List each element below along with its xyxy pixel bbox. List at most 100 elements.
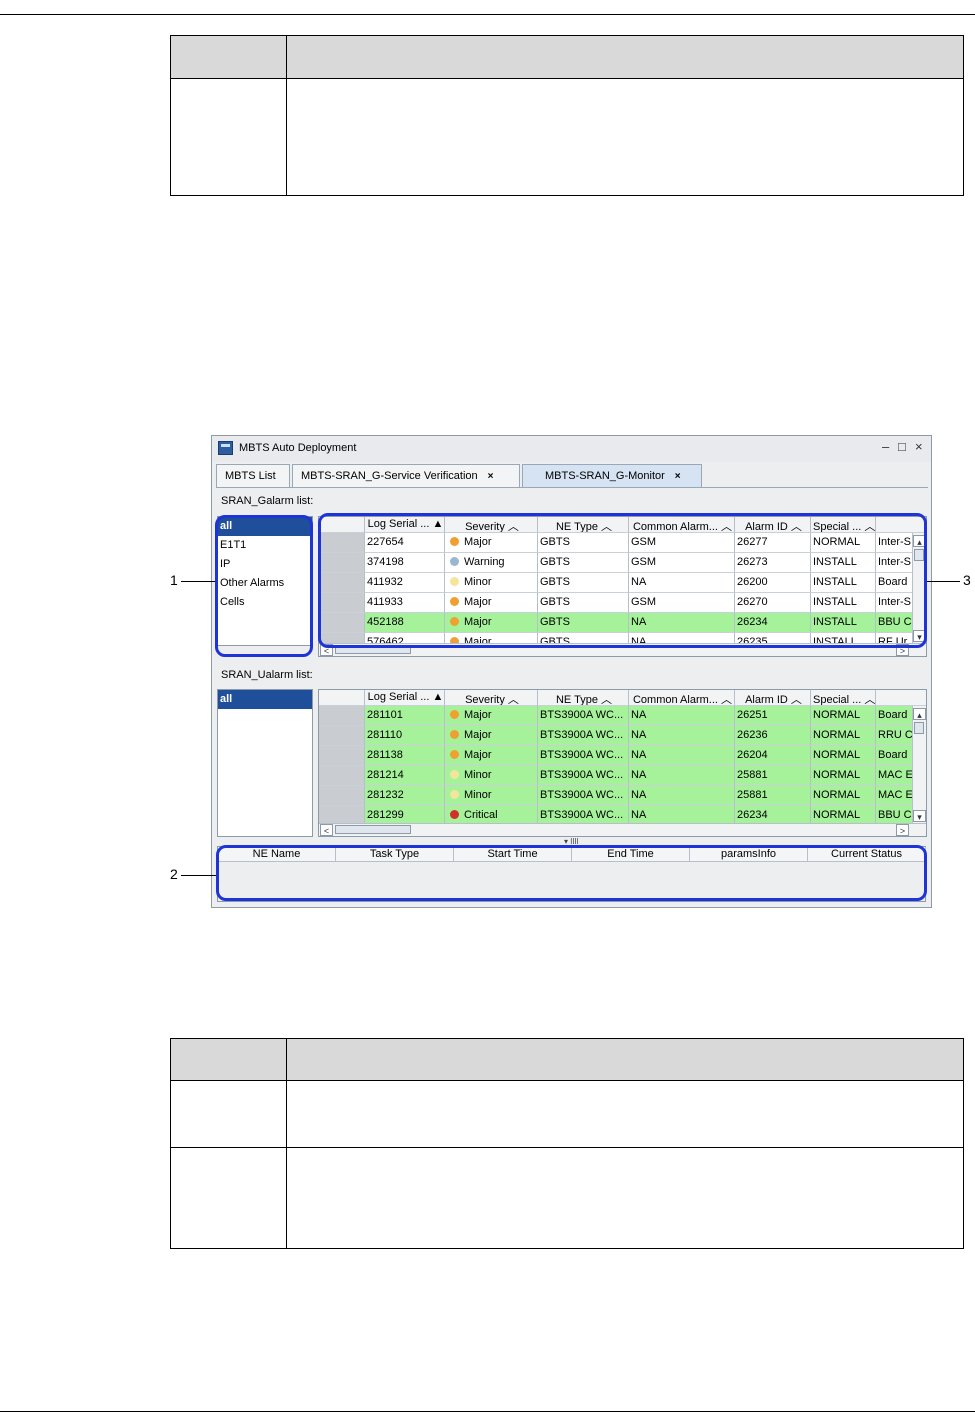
scroll-down-icon[interactable]: ▾ (913, 810, 926, 822)
table-cell (286, 78, 964, 196)
table-cell: BTS3900A WC... (538, 746, 629, 766)
callout-leader-2 (181, 875, 216, 876)
table-cell: 281214 (365, 766, 445, 786)
table-cell: NA (629, 746, 735, 766)
table-cell: 26251 (735, 706, 811, 726)
app-icon (218, 441, 233, 455)
table-cell: BTS3900A WC... (538, 786, 629, 806)
callout-box-3 (318, 513, 927, 648)
maximize-button[interactable]: □ (898, 439, 906, 454)
severity-label: Critical (464, 809, 498, 821)
callout-leader-3 (927, 581, 960, 582)
severity-label: Minor (464, 769, 492, 781)
column-header[interactable]: Common Alarm... ︿ (629, 690, 735, 706)
column-header[interactable] (319, 690, 365, 706)
table-cell: NORMAL (811, 726, 876, 746)
table-cell: BTS3900A WC... (538, 706, 629, 726)
table-row[interactable]: 281110 Major BTS3900A WC... NA 26236 NORMAL RR… (319, 726, 926, 746)
severity-label: Major (464, 729, 492, 741)
row-header (319, 746, 365, 766)
table-cell: Minor (445, 786, 538, 806)
row-header (319, 786, 365, 806)
table-cell: 281138 (365, 746, 445, 766)
table-cell: BTS3900A WC... (538, 766, 629, 786)
close-tab-icon[interactable]: × (675, 471, 681, 482)
table-cell: 25881 (735, 766, 811, 786)
table-cell: NA (629, 786, 735, 806)
table-row[interactable]: 281214 Minor BTS3900A WC... NA 25881 NORMAL MA… (319, 766, 926, 786)
table-cell (286, 1147, 964, 1249)
column-header[interactable]: Log Serial ... ▲ (365, 690, 445, 706)
table-row (170, 1147, 964, 1249)
table-header-cell (286, 35, 964, 79)
tab-mbts-list[interactable]: MBTS List (216, 464, 290, 487)
scroll-left-icon[interactable]: < (320, 824, 333, 836)
window-title: MBTS Auto Deployment (239, 442, 357, 454)
callout-number-2: 2 (170, 866, 178, 882)
scroll-thumb[interactable] (335, 825, 411, 834)
table-cell: 281110 (365, 726, 445, 746)
table-header-cell (286, 1038, 964, 1081)
table-cell: NA (629, 706, 735, 726)
callout-box-1 (215, 515, 313, 657)
column-header[interactable]: Special ... ︿ (811, 690, 876, 706)
tab-bar: MBTS List MBTS-SRAN_G-Service Verificati… (216, 464, 928, 488)
tab-divider (216, 487, 928, 488)
doc-table-bottom (170, 1038, 964, 1249)
table-row (170, 78, 964, 196)
table-cell: NORMAL (811, 706, 876, 726)
table-row[interactable]: 281232 Minor BTS3900A WC... NA 25881 NORMAL MA… (319, 786, 926, 806)
ualarm-list-label: SRAN_Ualarm list: (221, 669, 313, 681)
table-cell: 26204 (735, 746, 811, 766)
scroll-right-icon[interactable]: > (896, 824, 909, 836)
vertical-scrollbar[interactable]: ▴ ▾ (912, 706, 926, 823)
table-header-row: Log Serial ... ▲ Severity ︿ NE Type ︿ Commo… (319, 690, 926, 706)
scroll-up-icon[interactable]: ▴ (913, 708, 926, 720)
table-cell: 25881 (735, 786, 811, 806)
table-header-cell (170, 35, 287, 79)
table-cell: Major (445, 726, 538, 746)
column-header[interactable] (876, 690, 926, 706)
table-row[interactable]: 281138 Major BTS3900A WC... NA 26204 NORMAL Bo… (319, 746, 926, 766)
close-tab-icon[interactable]: × (488, 471, 494, 482)
minimize-button[interactable]: – (882, 439, 889, 454)
severity-dot-icon (450, 750, 459, 759)
scroll-thumb[interactable] (914, 722, 924, 734)
severity-label: Major (464, 749, 492, 761)
table-cell: Minor (445, 766, 538, 786)
table-header-row (170, 35, 964, 79)
horizontal-scrollbar[interactable]: < > (319, 823, 926, 836)
tab-service-verification[interactable]: MBTS-SRAN_G-Service Verification × (292, 464, 520, 487)
table-cell: NA (629, 726, 735, 746)
table-row (170, 1080, 964, 1148)
ualarm-category-list: all (217, 689, 313, 837)
tab-label: MBTS-SRAN_G-Monitor (545, 470, 665, 482)
table-header-row (170, 1038, 964, 1081)
table-cell (170, 78, 287, 196)
column-header[interactable]: NE Type ︿ (538, 690, 629, 706)
footer-rule (0, 1411, 975, 1412)
row-header (319, 706, 365, 726)
table-cell: NORMAL (811, 786, 876, 806)
column-header[interactable]: Alarm ID ︿ (735, 690, 811, 706)
ualarm-table: Log Serial ... ▲ Severity ︿ NE Type ︿ Commo… (318, 689, 927, 837)
tab-label: MBTS List (225, 470, 276, 482)
close-button[interactable]: × (915, 439, 923, 454)
table-row[interactable]: 281101 Major BTS3900A WC... NA 26251 NORMAL Bo… (319, 706, 926, 726)
table-cell: Major (445, 706, 538, 726)
column-header[interactable]: Severity ︿ (445, 690, 538, 706)
severity-dot-icon (450, 710, 459, 719)
tab-monitor[interactable]: MBTS-SRAN_G-Monitor × (522, 464, 702, 487)
list-item[interactable]: all (218, 690, 312, 709)
severity-label: Major (464, 709, 492, 721)
callout-box-2 (216, 845, 927, 901)
table-cell: NA (629, 766, 735, 786)
severity-label: Minor (464, 789, 492, 801)
table-cell (170, 1147, 287, 1249)
severity-dot-icon (450, 770, 459, 779)
header-rule (0, 14, 975, 15)
tab-label: MBTS-SRAN_G-Service Verification (301, 470, 478, 482)
table-header-cell (170, 1038, 287, 1081)
severity-dot-icon (450, 790, 459, 799)
galarm-list-label: SRAN_Galarm list: (221, 495, 314, 507)
